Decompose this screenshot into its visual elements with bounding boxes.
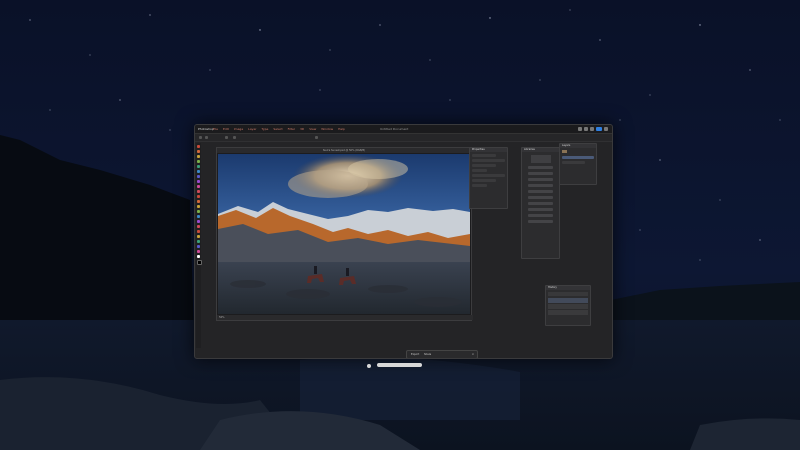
battery-icon[interactable] <box>584 127 588 131</box>
document-tab[interactable]: Sierra Sunset.psd @ 50% (RGB/8) <box>217 148 471 153</box>
menu-file[interactable]: File <box>213 127 218 131</box>
lasso-tool-icon[interactable] <box>197 155 200 158</box>
property-row[interactable] <box>472 164 497 167</box>
brush-tool-icon[interactable] <box>197 170 200 173</box>
menu-select[interactable]: Select <box>273 127 282 131</box>
search-icon[interactable] <box>590 127 594 131</box>
library-button[interactable] <box>528 166 553 169</box>
tool-icon[interactable] <box>197 245 200 248</box>
panel-icon-row[interactable] <box>548 292 588 296</box>
stamp-tool-icon[interactable] <box>197 175 200 178</box>
property-row[interactable] <box>472 169 487 172</box>
property-row[interactable] <box>472 174 505 177</box>
hand-tool-icon[interactable] <box>197 205 200 208</box>
tool-icon[interactable] <box>197 215 200 218</box>
menu-image[interactable]: Image <box>234 127 243 131</box>
background-color-swatch[interactable] <box>197 260 202 265</box>
library-button[interactable] <box>528 220 553 223</box>
menu-help[interactable]: Help <box>338 127 345 131</box>
eraser-tool-icon[interactable] <box>197 180 200 183</box>
layer-row[interactable] <box>560 148 596 154</box>
history-panel: History <box>545 285 591 326</box>
property-row[interactable] <box>472 154 497 157</box>
library-button[interactable] <box>528 178 553 181</box>
tool-icon[interactable] <box>197 220 200 223</box>
pen-tool-icon[interactable] <box>197 190 200 193</box>
share-button[interactable] <box>596 127 602 131</box>
tool-icon[interactable] <box>197 230 200 233</box>
menu-3d[interactable]: 3D <box>300 127 304 131</box>
tool-icon[interactable] <box>197 225 200 228</box>
tool-icon[interactable] <box>197 240 200 243</box>
landscape-photo[interactable] <box>218 154 470 314</box>
home-icon[interactable] <box>199 136 202 139</box>
share-button-bottom[interactable]: Share <box>424 353 431 356</box>
shape-tool-icon[interactable] <box>197 200 200 203</box>
status-bar: 50% <box>217 315 473 320</box>
menu-layer[interactable]: Layer <box>248 127 256 131</box>
history-item[interactable] <box>548 298 588 303</box>
libraries-panel: Libraries <box>521 147 560 259</box>
library-button[interactable] <box>528 172 553 175</box>
option-icon[interactable] <box>225 136 228 139</box>
foreground-color-swatch[interactable] <box>197 255 200 258</box>
library-button[interactable] <box>528 184 553 187</box>
menu-edit[interactable]: Edit <box>223 127 229 131</box>
option-icon[interactable] <box>233 136 236 139</box>
layers-panel: Layers <box>559 143 597 185</box>
option-icon[interactable] <box>315 136 318 139</box>
menu-filter[interactable]: Filter <box>288 127 295 131</box>
library-button[interactable] <box>528 202 553 205</box>
bottom-action-bar: Export Share × <box>406 350 478 358</box>
window-grab-bar[interactable] <box>377 363 422 367</box>
layer-row-selected[interactable] <box>562 156 594 159</box>
properties-panel: Properties <box>469 147 508 209</box>
type-tool-icon[interactable] <box>197 195 200 198</box>
wifi-icon[interactable] <box>578 127 582 131</box>
zoom-tool-icon[interactable] <box>197 210 200 213</box>
property-row[interactable] <box>472 184 487 187</box>
crop-tool-icon[interactable] <box>197 160 200 163</box>
export-button[interactable]: Export <box>411 353 419 356</box>
system-tray <box>576 126 608 134</box>
library-button[interactable] <box>528 196 553 199</box>
menu-list: File Edit Image Layer Type Select Filter… <box>213 125 349 133</box>
history-panel-title[interactable]: History <box>546 286 590 290</box>
layer-thumbnail <box>562 150 567 153</box>
library-button[interactable] <box>528 208 553 211</box>
history-item[interactable] <box>548 304 588 309</box>
menu-bar: Photoshop File Edit Image Layer Type Sel… <box>195 125 612 134</box>
tool-icon[interactable] <box>197 235 200 238</box>
properties-panel-title[interactable]: Properties <box>470 148 507 152</box>
libraries-panel-title[interactable]: Libraries <box>522 148 559 152</box>
library-button[interactable] <box>528 214 553 217</box>
menu-window[interactable]: Window <box>321 127 333 131</box>
document-canvas[interactable]: Sierra Sunset.psd @ 50% (RGB/8) 50% <box>216 147 473 321</box>
gradient-tool-icon[interactable] <box>197 185 200 188</box>
library-logo <box>530 155 551 163</box>
eyedropper-tool-icon[interactable] <box>197 165 200 168</box>
property-row[interactable] <box>472 159 505 162</box>
document-tab-title: Sierra Sunset.psd @ 50% (RGB/8) <box>322 149 366 152</box>
layer-row[interactable] <box>562 161 586 164</box>
zoom-level[interactable]: 50% <box>219 316 225 319</box>
options-toolbar <box>195 134 612 142</box>
app-name[interactable]: Photoshop <box>198 125 214 133</box>
menu-type[interactable]: Type <box>262 127 269 131</box>
marquee-tool-icon[interactable] <box>197 150 200 153</box>
tool-icon[interactable] <box>197 250 200 253</box>
close-icon[interactable]: × <box>472 351 474 358</box>
window-close-dot[interactable] <box>367 364 371 368</box>
tools-panel <box>196 143 202 348</box>
control-center-icon[interactable] <box>604 127 608 131</box>
property-row[interactable] <box>472 179 497 182</box>
document-title: Untitled Document <box>380 127 409 131</box>
menu-view[interactable]: View <box>309 127 316 131</box>
library-button[interactable] <box>528 190 553 193</box>
tool-preset-icon[interactable] <box>205 136 208 139</box>
app-window: Photoshop File Edit Image Layer Type Sel… <box>194 124 613 359</box>
move-tool-icon[interactable] <box>197 145 200 148</box>
history-item[interactable] <box>548 310 588 315</box>
